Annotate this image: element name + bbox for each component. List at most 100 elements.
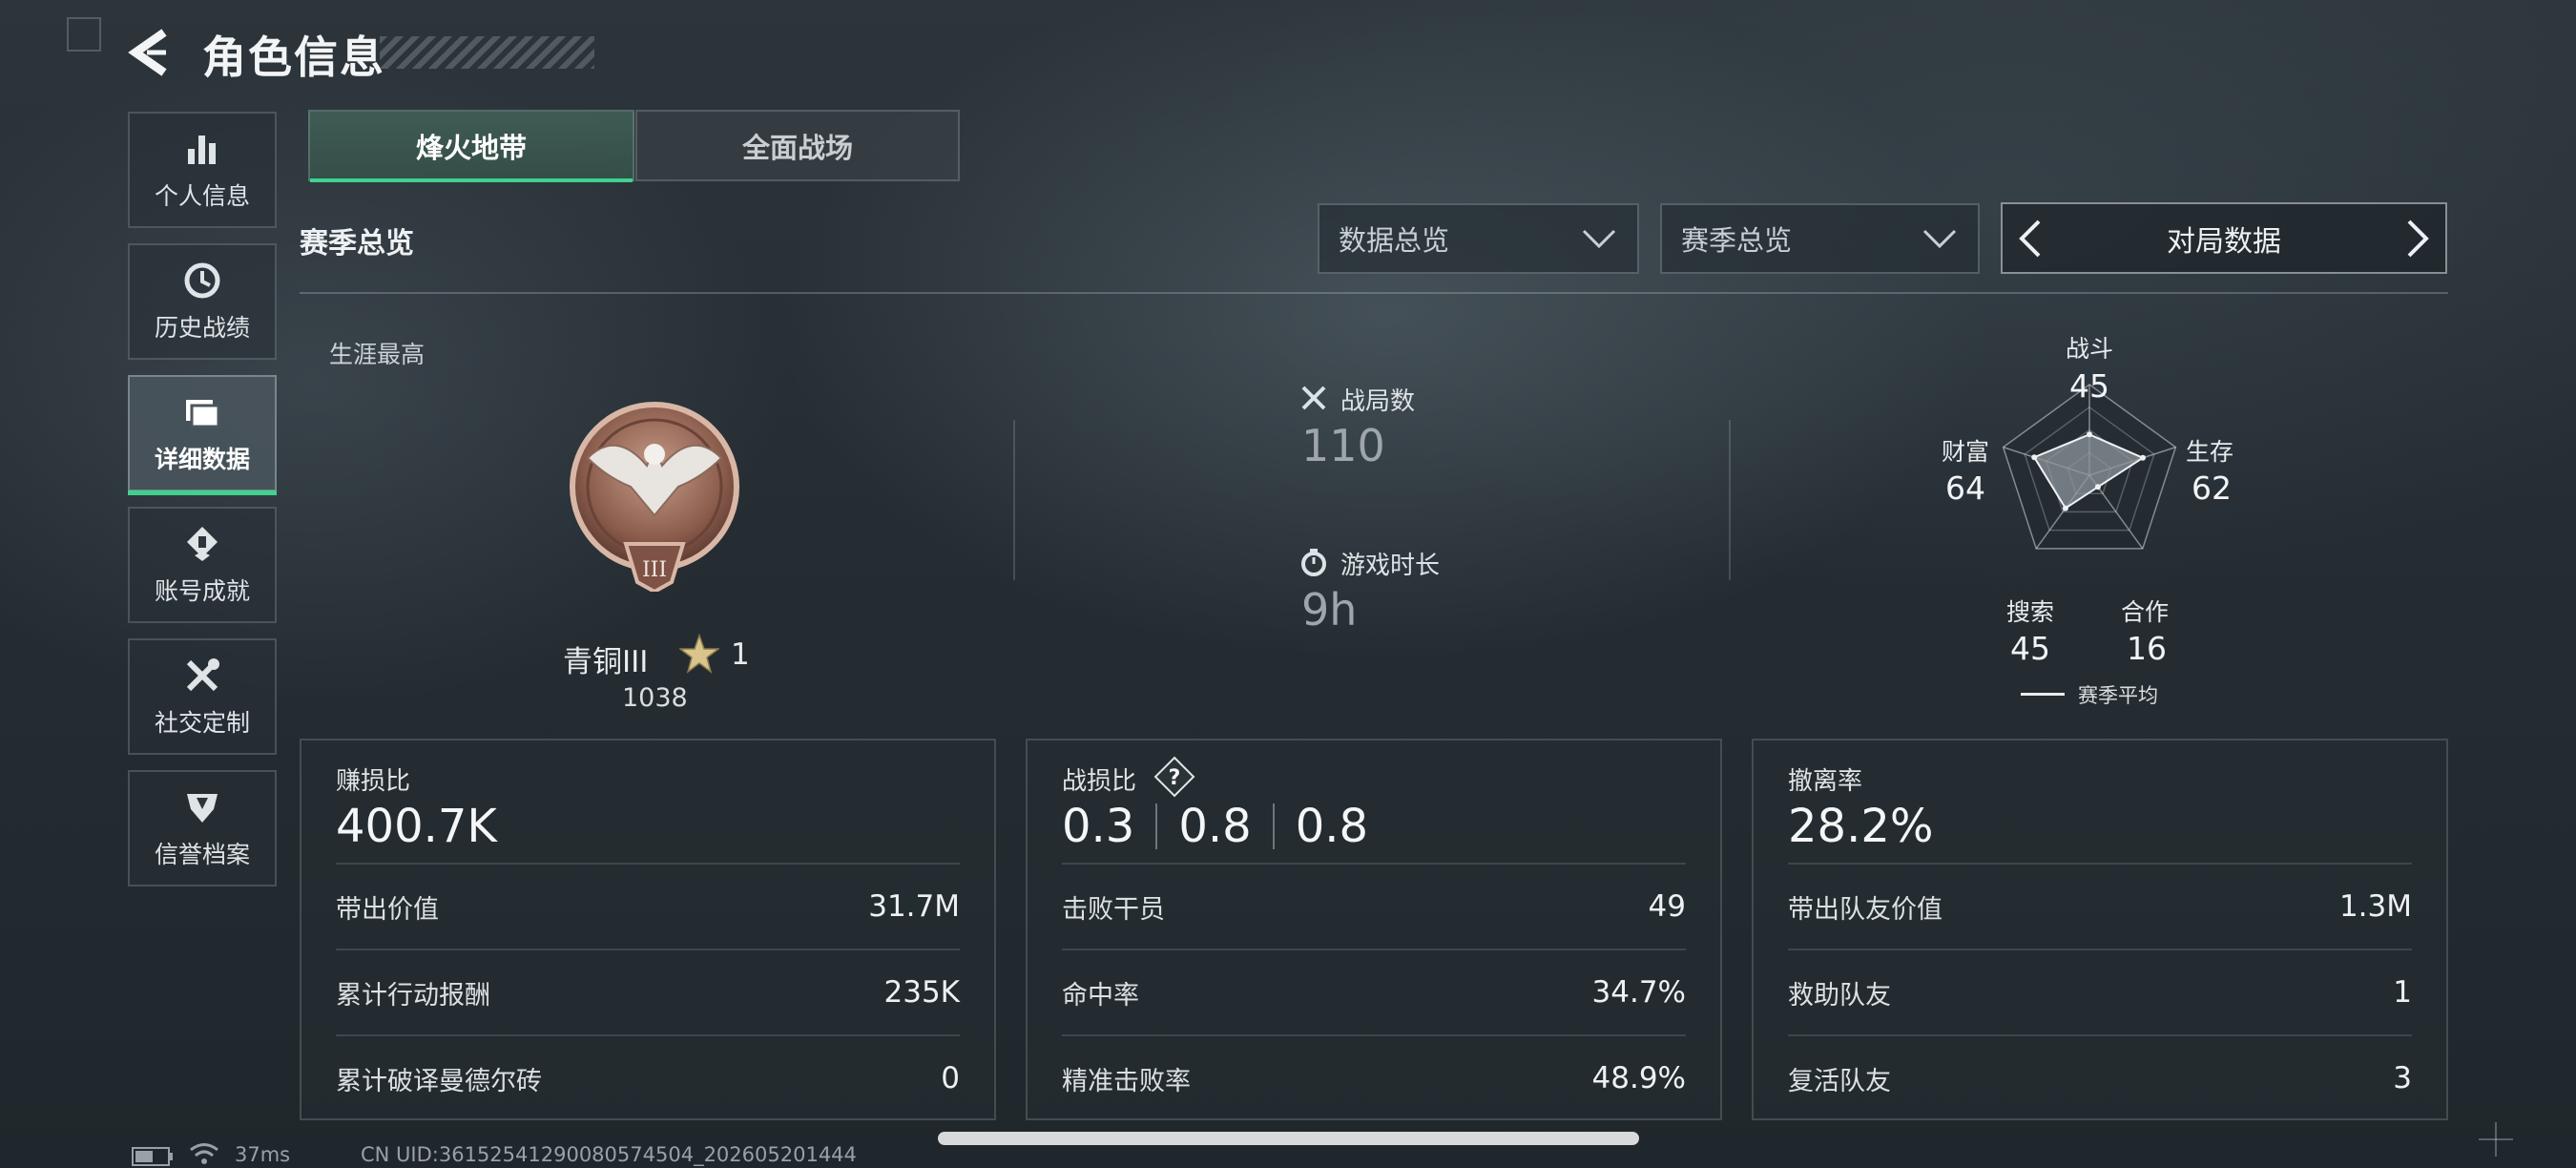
season-dropdown[interactable]: 赛季总览 (1660, 203, 1980, 274)
page-title: 角色信息 (202, 31, 385, 83)
row-value: 0 (941, 1061, 960, 1095)
table-row: 累计破译曼德尔砖 0 (336, 1034, 960, 1120)
tab-full-battlefield[interactable]: 全面战场 (635, 110, 960, 181)
sidebar-item-label: 社交定制 (154, 709, 250, 737)
stopwatch-icon (1301, 549, 1326, 576)
chevron-down-icon (1922, 229, 1957, 249)
table-row: 击败干员 49 (1062, 863, 1686, 949)
radar-label-survival: 生存 (2185, 438, 2233, 466)
ratio-divider (1155, 803, 1158, 849)
help-icon[interactable]: ? (1153, 756, 1195, 798)
career-best-label: 生涯最高 (329, 341, 426, 368)
match-data-switcher: 对局数据 (2001, 202, 2447, 274)
svg-text:?: ? (1169, 766, 1181, 790)
ratio-value: 0.8 (1295, 800, 1369, 853)
radar-point (2087, 431, 2092, 438)
row-value: 1.3M (2338, 889, 2412, 924)
bronze-rank-badge-icon: III (570, 402, 739, 592)
ratio-value: 0.3 (1062, 800, 1135, 853)
dropdown-value: 数据总览 (1339, 224, 1450, 257)
folder-icon (186, 400, 220, 428)
legend-season-average: 赛季平均 (2078, 684, 2158, 707)
battery-icon (132, 1147, 173, 1166)
radar-point (2140, 454, 2146, 461)
legend-line (2021, 693, 2065, 696)
back-button[interactable] (126, 27, 172, 78)
radar-value-wealth: 64 (1945, 469, 1985, 507)
radar-label-search: 搜索 (2005, 598, 2054, 626)
history-clock-icon (184, 262, 220, 299)
row-value: 31.7M (868, 889, 960, 924)
row-label: 带出价值 (336, 894, 439, 925)
ping-readout: 37ms (235, 1143, 291, 1166)
radar-value-survival: 62 (2192, 469, 2232, 507)
sidebar-item-personal-info[interactable]: 个人信息 (128, 112, 277, 228)
playtime-label: 游戏时长 (1340, 552, 1441, 580)
chevron-down-icon (1582, 229, 1616, 249)
card-label: 赚损比 (336, 767, 411, 796)
row-value: 34.7% (1591, 975, 1686, 1010)
sidebar-item-label: 历史战绩 (154, 314, 250, 342)
data-type-dropdown[interactable]: 数据总览 (1318, 203, 1639, 274)
crossed-swords-icon (1301, 386, 1326, 410)
card-label: 战损比 (1062, 767, 1137, 796)
row-value: 3 (2393, 1061, 2412, 1095)
sidebar-item-label: 个人信息 (154, 182, 250, 210)
table-row: 命中率 34.7% (1062, 949, 1686, 1034)
sidebar-item-label: 详细数据 (154, 446, 250, 473)
sidebar-item-label: 信誉档案 (154, 841, 250, 868)
chevron-left-icon[interactable] (2014, 218, 2048, 260)
row-label: 累计行动报酬 (336, 980, 490, 1011)
radar-point (2094, 484, 2101, 490)
radar-value-search: 45 (2010, 630, 2050, 667)
chevron-right-icon[interactable] (2399, 218, 2434, 260)
table-row: 复活队友 3 (1788, 1034, 2412, 1120)
dropdown-value: 赛季总览 (1681, 224, 1793, 257)
row-label: 精准击败率 (1062, 1066, 1191, 1096)
row-label: 救助队友 (1788, 980, 1891, 1011)
ratio-divider (1272, 803, 1275, 849)
radar-label-cooperation: 合作 (2120, 598, 2169, 626)
home-indicator[interactable] (938, 1132, 1639, 1145)
row-label: 带出队友价值 (1788, 894, 1942, 925)
rank-score: 1038 (622, 683, 688, 713)
sidebar-item-reputation[interactable]: 信誉档案 (128, 770, 277, 886)
radar-label-combat: 战斗 (2065, 335, 2113, 363)
table-row: 带出队友价值 1.3M (1788, 863, 2412, 949)
bar-chart-icon (188, 136, 216, 164)
row-label: 复活队友 (1788, 1066, 1891, 1096)
sidebar-item-label: 账号成就 (154, 577, 250, 605)
rank-name: 青铜III (563, 645, 649, 679)
table-row: 带出价值 31.7M (336, 863, 960, 949)
wifi-icon (190, 1143, 218, 1164)
section-title: 赛季总览 (300, 227, 414, 261)
radar-point (2062, 505, 2068, 511)
sidebar-item-achievements[interactable]: 账号成就 (128, 507, 277, 623)
svg-text:III: III (642, 558, 667, 582)
sidebar-item-detailed-data[interactable]: 详细数据 (128, 375, 277, 495)
radar-label-wealth: 财富 (1941, 438, 1989, 466)
row-value: 49 (1648, 889, 1686, 924)
title-decoration (380, 36, 594, 69)
star-icon (679, 634, 719, 674)
sidebar-item-history[interactable]: 历史战绩 (128, 243, 277, 360)
user-uid: CN UID:3615254129008057450​4_20260520144… (361, 1143, 857, 1166)
row-value: 48.9% (1591, 1061, 1686, 1095)
sidebar-item-social[interactable]: 社交定制 (128, 638, 277, 755)
card-combat: 战损比 ? 0.3 0.8 0.8 击败干员 49 命中率 34.7% 精准击败… (1026, 739, 1722, 1120)
row-value: 235K (883, 975, 961, 1010)
tab-firezone[interactable]: 烽火地带 (308, 110, 634, 182)
row-value: 1 (2393, 975, 2412, 1010)
row-label: 累计破译曼德尔砖 (336, 1066, 542, 1096)
card-label: 撤离率 (1788, 767, 1863, 796)
section-divider (300, 292, 2448, 294)
shield-badge-icon (187, 794, 218, 823)
ratio-value: 0.8 (1178, 800, 1252, 853)
radar-value-combat: 45 (2069, 367, 2109, 405)
table-row: 精准击败率 48.9% (1062, 1034, 1686, 1120)
radar-point (2031, 454, 2038, 461)
table-row: 累计行动报酬 235K (336, 949, 960, 1034)
column-divider (1013, 420, 1015, 580)
table-row: 救助队友 1 (1788, 949, 2412, 1034)
matches-value: 110 (1301, 420, 1385, 471)
